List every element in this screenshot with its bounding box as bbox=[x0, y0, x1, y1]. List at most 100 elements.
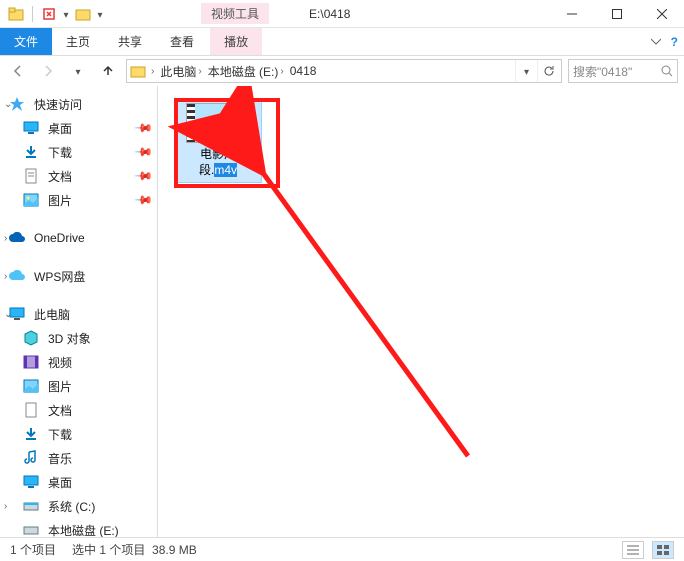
cube-icon bbox=[22, 329, 40, 347]
nav-label: 图片 bbox=[48, 192, 72, 209]
nav-label: WPS网盘 bbox=[34, 268, 85, 285]
nav-drive-e[interactable]: 本地磁盘 (E:) bbox=[0, 518, 157, 537]
nav-downloads-pc[interactable]: 下载 bbox=[0, 422, 157, 446]
nav-label: 此电脑 bbox=[34, 306, 70, 323]
chevron-down-icon[interactable]: ⌄ bbox=[4, 99, 12, 110]
nav-wps[interactable]: › WPS网盘 bbox=[0, 264, 157, 288]
nav-desktop[interactable]: 桌面 📌 bbox=[0, 116, 157, 140]
close-button[interactable] bbox=[639, 0, 684, 28]
nav-label: 本地磁盘 (E:) bbox=[48, 522, 119, 538]
crumb-sep-root[interactable]: › bbox=[149, 66, 156, 77]
nav-videos[interactable]: 视频 bbox=[0, 350, 157, 374]
tab-file[interactable]: 文件 bbox=[0, 28, 52, 55]
file-name-ext-selected: m4v bbox=[214, 163, 237, 177]
nav-3d-objects[interactable]: 3D 对象 bbox=[0, 326, 157, 350]
crumb-this-pc[interactable]: 此电脑 › bbox=[158, 63, 203, 80]
chevron-right-icon[interactable]: › bbox=[4, 233, 7, 244]
nav-label: OneDrive bbox=[34, 231, 85, 245]
nav-music[interactable]: 音乐 bbox=[0, 446, 157, 470]
pin-icon: 📌 bbox=[134, 142, 154, 162]
nav-recent-dropdown[interactable] bbox=[66, 59, 90, 83]
address-row: › 此电脑 › 本地磁盘 (E:) › 0418 搜索"0418" bbox=[0, 56, 684, 86]
nav-label: 文档 bbox=[48, 168, 72, 185]
documents-icon bbox=[22, 401, 40, 419]
tab-view[interactable]: 查看 bbox=[156, 28, 208, 55]
file-item[interactable]: ▶ 电影片 段.m4v bbox=[174, 98, 262, 183]
nav-label: 文档 bbox=[48, 402, 72, 419]
chevron-right-icon[interactable]: › bbox=[4, 501, 7, 512]
quick-access-toolbar bbox=[0, 4, 111, 24]
nav-this-pc[interactable]: ⌄ 此电脑 bbox=[0, 302, 157, 326]
qat-dropdown-2[interactable] bbox=[95, 7, 105, 21]
nav-label: 下载 bbox=[48, 426, 72, 443]
file-name-line1: 电影片 bbox=[200, 147, 236, 161]
downloads-icon bbox=[22, 425, 40, 443]
nav-back-button[interactable] bbox=[6, 59, 30, 83]
chevron-down-icon[interactable]: ⌄ bbox=[4, 309, 12, 320]
search-input[interactable]: 搜索"0418" bbox=[568, 59, 678, 83]
play-overlay-icon: ▶ bbox=[237, 130, 253, 146]
pin-icon: 📌 bbox=[134, 118, 154, 138]
nav-label: 桌面 bbox=[48, 474, 72, 491]
ribbon-tabs: 文件 主页 共享 查看 播放 ? bbox=[0, 28, 684, 56]
nav-label: 桌面 bbox=[48, 120, 72, 137]
nav-label: 快速访问 bbox=[34, 96, 82, 113]
nav-pictures-pc[interactable]: 图片 bbox=[0, 374, 157, 398]
nav-label: 图片 bbox=[48, 378, 72, 395]
desktop-icon bbox=[22, 119, 40, 137]
file-name-prefix: 段. bbox=[199, 163, 214, 177]
address-dropdown-button[interactable] bbox=[515, 60, 537, 82]
nav-onedrive[interactable]: › OneDrive bbox=[0, 226, 157, 250]
nav-forward-button bbox=[36, 59, 60, 83]
tab-share[interactable]: 共享 bbox=[104, 28, 156, 55]
documents-icon bbox=[22, 167, 40, 185]
address-bar[interactable]: › 此电脑 › 本地磁盘 (E:) › 0418 bbox=[126, 59, 562, 83]
qat-dropdown-1[interactable] bbox=[61, 7, 71, 21]
ribbon-expand-icon[interactable] bbox=[651, 35, 661, 49]
help-icon[interactable]: ? bbox=[671, 35, 678, 49]
search-placeholder: 搜索"0418" bbox=[573, 63, 632, 80]
nav-downloads[interactable]: 下载 📌 bbox=[0, 140, 157, 164]
properties-icon[interactable] bbox=[39, 4, 59, 24]
content-pane[interactable]: ▶ 电影片 段.m4v bbox=[158, 86, 684, 537]
minimize-button[interactable] bbox=[549, 0, 594, 28]
new-folder-icon[interactable] bbox=[73, 4, 93, 24]
nav-up-button[interactable] bbox=[96, 59, 120, 83]
crumb-drive[interactable]: 本地磁盘 (E:) › bbox=[206, 63, 286, 80]
pin-icon: 📌 bbox=[134, 190, 154, 210]
status-item-count: 1 个项目 bbox=[10, 541, 56, 558]
window-controls bbox=[549, 0, 684, 28]
view-icons-button[interactable] bbox=[652, 541, 674, 559]
drive-icon bbox=[22, 521, 40, 537]
contextual-tab-label: 视频工具 bbox=[201, 3, 269, 24]
status-selection: 选中 1 个项目 38.9 MB bbox=[72, 541, 197, 558]
music-icon bbox=[22, 449, 40, 467]
title-bar: 视频工具 E:\0418 bbox=[0, 0, 684, 28]
video-icon bbox=[22, 353, 40, 371]
view-details-button[interactable] bbox=[622, 541, 644, 559]
cloud-icon bbox=[8, 229, 26, 247]
nav-label: 系统 (C:) bbox=[48, 498, 95, 515]
chevron-right-icon[interactable]: › bbox=[4, 271, 7, 282]
nav-drive-c[interactable]: › 系统 (C:) bbox=[0, 494, 157, 518]
nav-label: 视频 bbox=[48, 354, 72, 371]
nav-pictures[interactable]: 图片 📌 bbox=[0, 188, 157, 212]
nav-documents-pc[interactable]: 文档 bbox=[0, 398, 157, 422]
video-thumbnail: ▶ bbox=[186, 103, 250, 143]
maximize-button[interactable] bbox=[594, 0, 639, 28]
tab-home[interactable]: 主页 bbox=[52, 28, 104, 55]
file-name-editor[interactable]: 电影片 段.m4v bbox=[199, 147, 237, 178]
downloads-icon bbox=[22, 143, 40, 161]
nav-quick-access[interactable]: ⌄ 快速访问 bbox=[0, 92, 157, 116]
crumb-folder[interactable]: 0418 bbox=[288, 64, 319, 78]
cloud-icon bbox=[8, 267, 26, 285]
refresh-button[interactable] bbox=[537, 60, 559, 82]
nav-documents[interactable]: 文档 📌 bbox=[0, 164, 157, 188]
pin-icon: 📌 bbox=[134, 166, 154, 186]
drive-icon bbox=[22, 497, 40, 515]
nav-desktop-pc[interactable]: 桌面 bbox=[0, 470, 157, 494]
tab-play[interactable]: 播放 bbox=[210, 28, 262, 55]
search-icon bbox=[661, 65, 673, 77]
desktop-icon bbox=[22, 473, 40, 491]
status-bar: 1 个项目 选中 1 个项目 38.9 MB bbox=[0, 537, 684, 561]
